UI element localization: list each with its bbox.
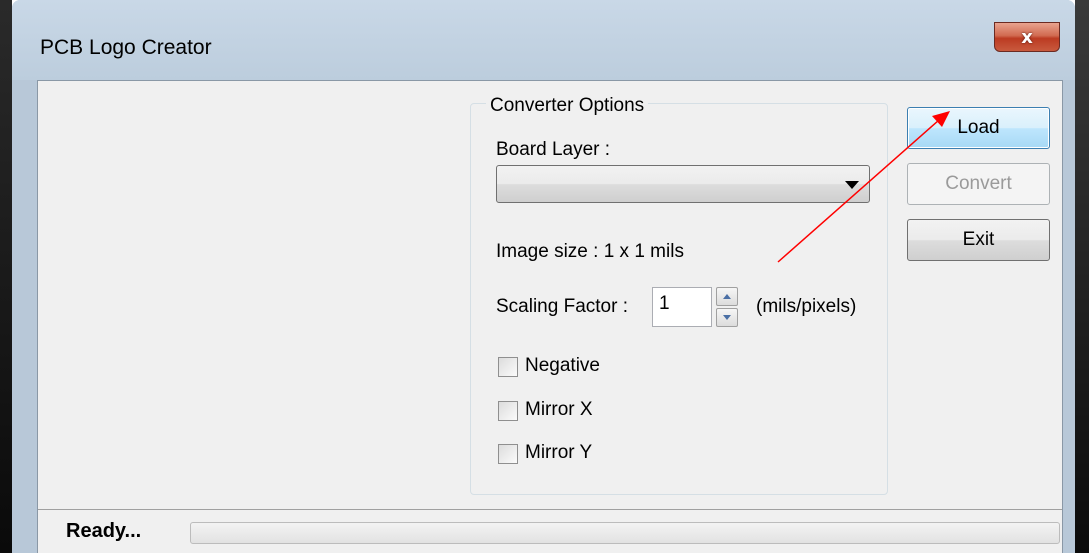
annotation-arrow bbox=[777, 111, 950, 263]
arrow-line bbox=[777, 119, 940, 263]
